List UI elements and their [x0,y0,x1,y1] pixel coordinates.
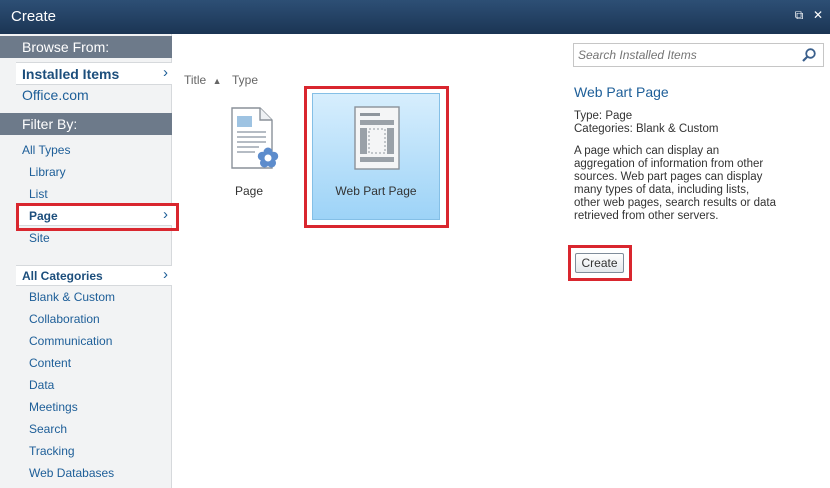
chevron-right-icon: › [163,266,168,283]
category-data[interactable]: Data [29,378,54,392]
left-nav-panel: Browse From: Installed Items › Office.co… [0,34,172,488]
chevron-right-icon: › [163,206,168,223]
filter-list[interactable]: List [29,187,48,201]
category-tracking[interactable]: Tracking [29,444,75,458]
chevron-right-icon: › [163,64,168,81]
restore-icon[interactable]: ⧉ [792,8,806,22]
category-search[interactable]: Search [29,422,67,436]
office-com-link[interactable]: Office.com [22,87,89,103]
search-box [573,43,824,67]
description-line: retrieved from other servers. [574,210,719,222]
template-item-web-part-page[interactable]: Web Part Page [312,93,440,220]
installed-items-link[interactable]: Installed Items › [16,62,172,85]
dialog-title: Create [11,8,57,25]
filter-page-label: Page [29,209,58,223]
filter-all-types[interactable]: All Types [22,143,70,157]
search-icon[interactable] [801,47,817,63]
category-web-databases[interactable]: Web Databases [29,466,114,480]
filter-by-heading: Filter By: [0,113,172,135]
sort-by-title[interactable]: Title ▲ [184,73,222,87]
all-categories-label: All Categories [22,269,103,283]
template-item-web-part-page-label: Web Part Page [335,184,417,198]
template-item-page-label: Page [234,184,264,198]
category-collaboration[interactable]: Collaboration [29,312,100,326]
category-content[interactable]: Content [29,356,71,370]
installed-items-label: Installed Items [22,66,120,82]
web-part-page-icon [354,106,400,170]
filter-library[interactable]: Library [29,165,66,179]
detail-pane: Web Part Page Type: Page Categories: Bla… [562,34,830,488]
search-input[interactable] [574,44,798,66]
description-line: A page which can display an [574,145,720,157]
category-communication[interactable]: Communication [29,334,112,348]
template-gallery: Title ▲ Type Page Web Part Page [172,34,562,488]
sort-ascending-icon: ▲ [212,76,222,86]
description-line: many types of data, including lists, [574,184,750,196]
detail-type: Type: Page [574,110,633,122]
description-line: other web pages, search results or data [574,197,777,209]
detail-categories: Categories: Blank & Custom [574,123,719,135]
description-line: aggregation of information from other [574,158,764,170]
detail-description: A page which can display an aggregation … [574,145,776,223]
detail-title: Web Part Page [574,84,669,100]
category-blank-custom[interactable]: Blank & Custom [29,290,115,304]
page-icon [231,107,279,169]
filter-site[interactable]: Site [29,231,50,245]
description-line: sources. Web part pages can display [574,171,763,183]
close-icon[interactable]: ✕ [811,8,825,22]
sort-by-type[interactable]: Type [232,73,258,87]
category-meetings[interactable]: Meetings [29,400,78,414]
filter-page[interactable]: Page › [16,205,172,226]
browse-from-heading: Browse From: [0,36,172,58]
all-categories-link[interactable]: All Categories › [16,265,172,286]
template-item-page[interactable]: Page [210,98,288,208]
create-button[interactable]: Create [575,253,624,273]
dialog-titlebar: Create ⧉ ✕ [0,0,830,34]
sort-title-label: Title [184,73,207,87]
